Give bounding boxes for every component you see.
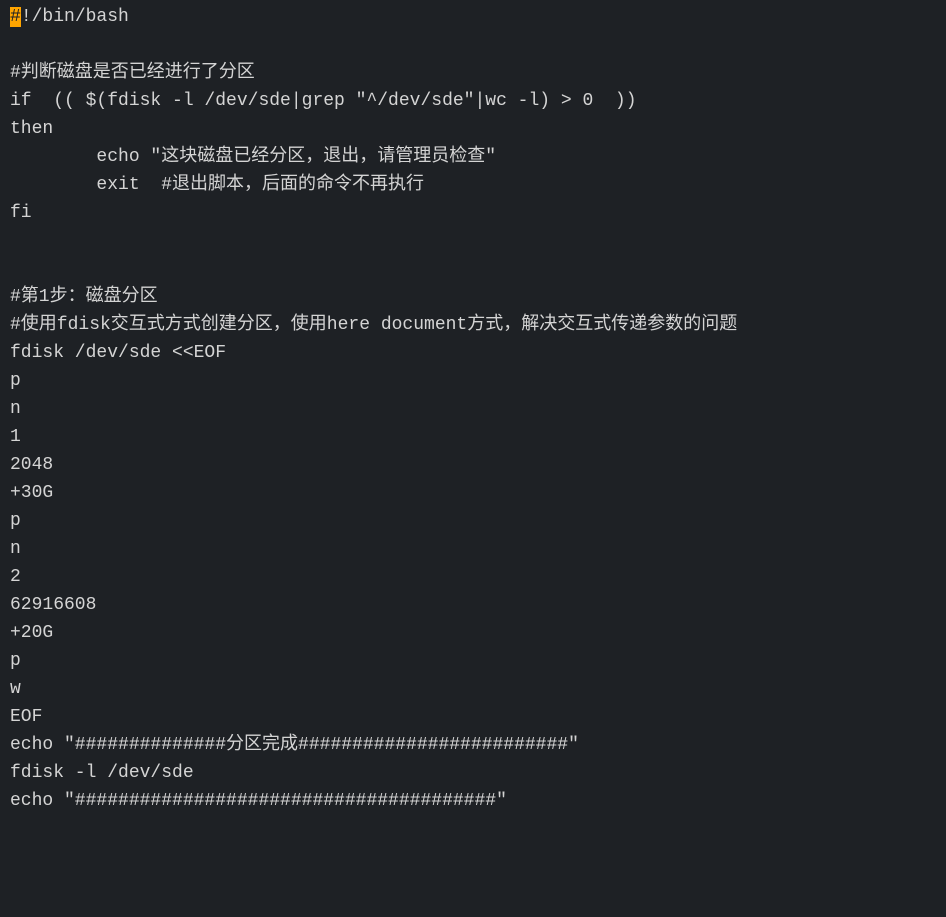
code-text: 1	[10, 427, 21, 447]
code-line-28: echo "##################################…	[10, 788, 936, 816]
code-line-13: p	[10, 368, 936, 396]
code-text: p	[10, 371, 21, 391]
code-line-21: 62916608	[10, 592, 936, 620]
code-line-6: exit #退出脚本，后面的命令不再执行	[10, 172, 936, 200]
code-text: then	[10, 119, 53, 139]
code-line-19: n	[10, 536, 936, 564]
code-line-25: EOF	[10, 704, 936, 732]
cursor-highlight: #	[10, 7, 21, 27]
code-line-27: fdisk -l /dev/sde	[10, 760, 936, 788]
code-text: n	[10, 539, 21, 559]
code-text: fdisk -l /dev/sde	[10, 763, 194, 783]
code-text: +30G	[10, 483, 53, 503]
code-text: fdisk /dev/sde <<EOF	[10, 343, 226, 363]
comment-text: #第1步：磁盘分区	[10, 287, 158, 307]
code-line-2: #判断磁盘是否已经进行了分区	[10, 60, 936, 88]
shebang-text: !/bin/bash	[21, 7, 129, 27]
code-line-23: p	[10, 648, 936, 676]
code-text: w	[10, 679, 21, 699]
code-line-15: 1	[10, 424, 936, 452]
code-line-11: #使用fdisk交互式方式创建分区，使用here document方式，解决交互…	[10, 312, 936, 340]
code-line-8	[10, 228, 936, 256]
code-line-10: #第1步：磁盘分区	[10, 284, 936, 312]
code-line-4: then	[10, 116, 936, 144]
code-line-3: if (( $(fdisk -l /dev/sde|grep "^/dev/sd…	[10, 88, 936, 116]
code-text: n	[10, 399, 21, 419]
code-text: EOF	[10, 707, 42, 727]
code-block: #!/bin/bash #判断磁盘是否已经进行了分区 if (( $(fdisk …	[10, 4, 936, 816]
code-text: echo "这块磁盘已经分区，退出，请管理员检查"	[10, 147, 496, 167]
code-text: p	[10, 511, 21, 531]
code-line-24: w	[10, 676, 936, 704]
code-text: p	[10, 651, 21, 671]
code-line-17: +30G	[10, 480, 936, 508]
code-line-5: echo "这块磁盘已经分区，退出，请管理员检查"	[10, 144, 936, 172]
code-text: exit #退出脚本，后面的命令不再执行	[10, 175, 424, 195]
code-line-7: fi	[10, 200, 936, 228]
comment-text: #判断磁盘是否已经进行了分区	[10, 63, 255, 83]
code-text: 2048	[10, 455, 53, 475]
code-line-26: echo "##############分区完成################…	[10, 732, 936, 760]
code-line-18: p	[10, 508, 936, 536]
code-text: echo "##################################…	[10, 791, 507, 811]
code-line-14: n	[10, 396, 936, 424]
code-line-20: 2	[10, 564, 936, 592]
code-line-12: fdisk /dev/sde <<EOF	[10, 340, 936, 368]
comment-text: #使用fdisk交互式方式创建分区，使用here document方式，解决交互…	[10, 315, 737, 335]
code-text: 62916608	[10, 595, 96, 615]
code-line-1	[10, 32, 936, 60]
code-line-0: #!/bin/bash	[10, 4, 936, 32]
code-text: echo "##############分区完成################…	[10, 735, 579, 755]
code-text: +20G	[10, 623, 53, 643]
code-text: 2	[10, 567, 21, 587]
code-text: if (( $(fdisk -l /dev/sde|grep "^/dev/sd…	[10, 91, 637, 111]
code-line-9	[10, 256, 936, 284]
code-text: fi	[10, 203, 32, 223]
code-line-22: +20G	[10, 620, 936, 648]
code-line-16: 2048	[10, 452, 936, 480]
